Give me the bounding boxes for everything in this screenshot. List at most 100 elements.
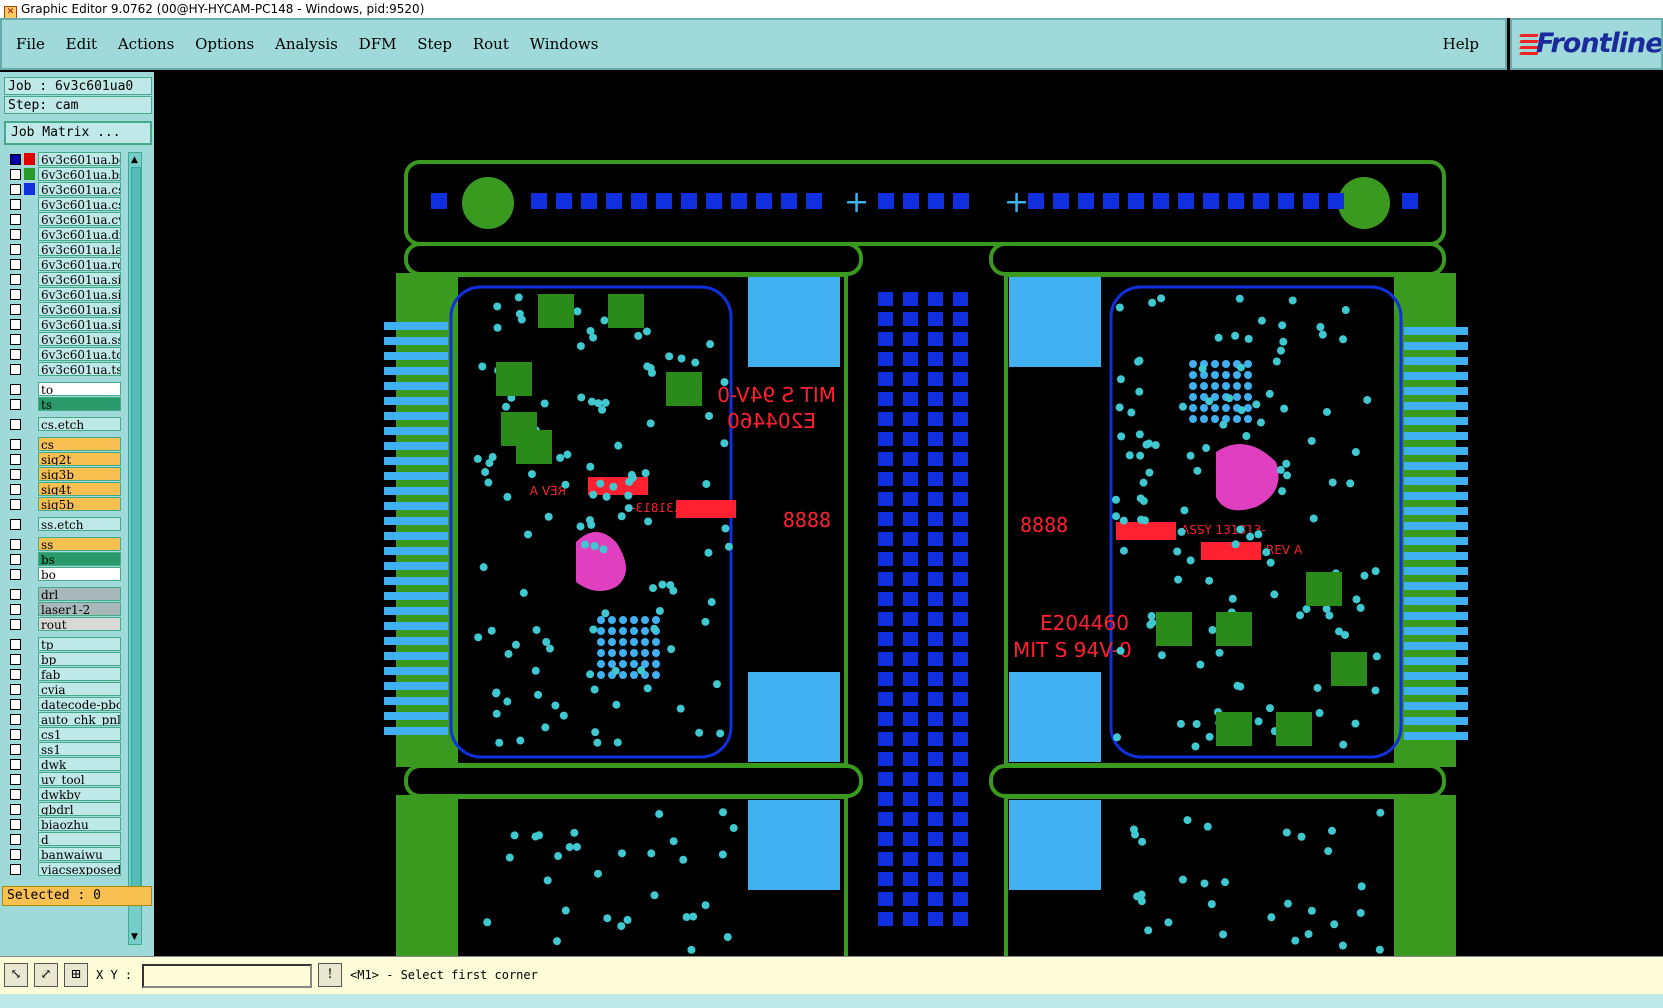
zoom-window-button[interactable]: ⤡: [4, 963, 28, 987]
layer-checkbox[interactable]: [10, 154, 21, 165]
layer-name[interactable]: bp: [38, 652, 121, 666]
layer-name[interactable]: gbdrl: [38, 802, 121, 816]
layer-checkbox[interactable]: [10, 304, 21, 315]
layer-checkbox[interactable]: [10, 729, 21, 740]
layer-checkbox[interactable]: [10, 654, 21, 665]
scroll-up-icon[interactable]: ▲: [131, 155, 138, 165]
layer-name[interactable]: biaozhu: [38, 817, 121, 831]
layer-row[interactable]: 6v3c601ua.ro: [4, 257, 124, 272]
layer-row[interactable]: biaozhu: [4, 817, 124, 832]
layer-name[interactable]: cs.etch: [38, 417, 121, 431]
layer-row[interactable]: cs: [4, 437, 124, 452]
layer-name[interactable]: 6v3c601ua.cv: [38, 212, 121, 226]
layer-row[interactable]: sig4t: [4, 482, 124, 497]
layer-checkbox[interactable]: [10, 399, 21, 410]
layer-row[interactable]: cs.etch: [4, 417, 124, 432]
layer-name[interactable]: sig3b: [38, 467, 121, 481]
layer-checkbox[interactable]: [10, 169, 21, 180]
layer-checkbox[interactable]: [10, 384, 21, 395]
layer-row[interactable]: sig2t: [4, 452, 124, 467]
layer-checkbox[interactable]: [10, 499, 21, 510]
layer-row[interactable]: dwkby: [4, 787, 124, 802]
layer-checkbox[interactable]: [10, 419, 21, 430]
layer-checkbox[interactable]: [10, 744, 21, 755]
layer-row[interactable]: sig5b: [4, 497, 124, 512]
layer-name[interactable]: 6v3c601ua.ss: [38, 332, 121, 346]
layer-name[interactable]: to: [38, 382, 121, 396]
layer-row[interactable]: dwk: [4, 757, 124, 772]
layer-name[interactable]: 6v3c601ua.cs: [38, 197, 121, 211]
layer-checkbox[interactable]: [10, 819, 21, 830]
pan-button[interactable]: ⤢: [34, 963, 58, 987]
layer-checkbox[interactable]: [10, 244, 21, 255]
layer-checkbox[interactable]: [10, 229, 21, 240]
layer-checkbox[interactable]: [10, 864, 21, 875]
layer-row[interactable]: 6v3c601ua.cv: [4, 212, 124, 227]
layer-row[interactable]: 6v3c601ua.ss: [4, 332, 124, 347]
layer-name[interactable]: 6v3c601ua.si: [38, 287, 121, 301]
layer-checkbox[interactable]: [10, 519, 21, 530]
layer-name[interactable]: 6v3c601ua.ro: [38, 257, 121, 271]
layer-row[interactable]: 6v3c601ua.si: [4, 302, 124, 317]
layer-row[interactable]: cs1: [4, 727, 124, 742]
layer-name[interactable]: sig4t: [38, 482, 121, 496]
layer-checkbox[interactable]: [10, 364, 21, 375]
layer-name[interactable]: 6v3c601ua.si: [38, 317, 121, 331]
layer-row[interactable]: ss1: [4, 742, 124, 757]
graphic-canvas[interactable]: + + MIT S 94V-0 E204460 8888 ASSY 131813…: [156, 72, 1663, 956]
layer-name[interactable]: 6v3c601ua.dr: [38, 227, 121, 241]
layer-checkbox[interactable]: [10, 539, 21, 550]
layer-row[interactable]: fab: [4, 667, 124, 682]
layer-row[interactable]: ss: [4, 537, 124, 552]
layer-list-scrollbar[interactable]: ▲ ▼: [128, 152, 142, 945]
layer-name[interactable]: 6v3c601ua.la: [38, 242, 121, 256]
layer-name[interactable]: bo: [38, 567, 121, 581]
layer-checkbox[interactable]: [10, 289, 21, 300]
layer-name[interactable]: rout: [38, 617, 121, 631]
layer-checkbox[interactable]: [10, 619, 21, 630]
layer-name[interactable]: tp: [38, 637, 121, 651]
layer-checkbox[interactable]: [10, 554, 21, 565]
layer-name[interactable]: ss: [38, 537, 121, 551]
layer-name[interactable]: dwkby: [38, 787, 121, 801]
layer-checkbox[interactable]: [10, 334, 21, 345]
snap-grid-button[interactable]: ⊞: [64, 963, 88, 987]
layer-row[interactable]: 6v3c601ua.la: [4, 242, 124, 257]
layer-name[interactable]: cvia: [38, 682, 121, 696]
layer-row[interactable]: to: [4, 382, 124, 397]
layer-row[interactable]: auto_chk_pnl: [4, 712, 124, 727]
layer-checkbox[interactable]: [10, 774, 21, 785]
layer-checkbox[interactable]: [10, 569, 21, 580]
layer-name[interactable]: uv_tool: [38, 772, 121, 786]
layer-name[interactable]: bs: [38, 552, 121, 566]
layer-name[interactable]: sig2t: [38, 452, 121, 466]
layer-checkbox[interactable]: [10, 834, 21, 845]
menu-file[interactable]: File: [16, 35, 45, 53]
layer-row[interactable]: viacsexposed: [4, 862, 124, 877]
menu-edit[interactable]: Edit: [66, 35, 97, 53]
layer-name[interactable]: auto_chk_pnl: [38, 712, 121, 726]
layer-row[interactable]: 6v3c601ua.si: [4, 272, 124, 287]
layer-name[interactable]: 6v3c601ua.ts: [38, 362, 121, 376]
layer-checkbox[interactable]: [10, 714, 21, 725]
scroll-thumb[interactable]: [131, 167, 141, 891]
layer-name[interactable]: 6v3c601ua.to: [38, 347, 121, 361]
scroll-down-icon[interactable]: ▼: [131, 932, 138, 942]
layer-checkbox[interactable]: [10, 274, 21, 285]
layer-row[interactable]: cvia: [4, 682, 124, 697]
layer-name[interactable]: 6v3c601ua.bs: [38, 167, 121, 181]
menu-rout[interactable]: Rout: [473, 35, 509, 53]
layer-row[interactable]: sig3b: [4, 467, 124, 482]
layer-row[interactable]: uv_tool: [4, 772, 124, 787]
layer-checkbox[interactable]: [10, 684, 21, 695]
layer-name[interactable]: 6v3c601ua.si: [38, 302, 121, 316]
layer-name[interactable]: cs1: [38, 727, 121, 741]
layer-name[interactable]: cs: [38, 437, 121, 451]
layer-row[interactable]: 6v3c601ua.to: [4, 347, 124, 362]
layer-color-swatch[interactable]: [24, 183, 35, 195]
layer-row[interactable]: 6v3c601ua.si: [4, 317, 124, 332]
layer-checkbox[interactable]: [10, 759, 21, 770]
layer-name[interactable]: ts: [38, 397, 121, 411]
layer-row[interactable]: rout: [4, 617, 124, 632]
layer-row[interactable]: ss.etch: [4, 517, 124, 532]
